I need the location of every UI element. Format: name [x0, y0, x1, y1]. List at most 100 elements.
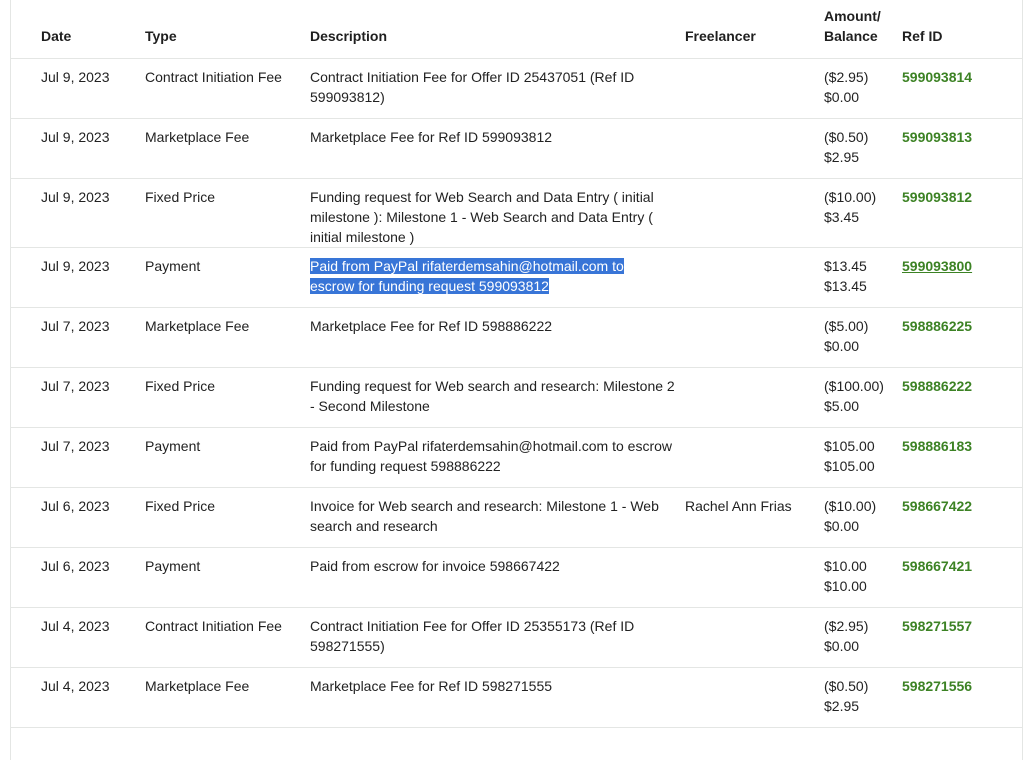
ref-cell: 598886183: [902, 427, 1022, 487]
amount-balance-cell: ($5.00) $0.00: [824, 307, 902, 367]
column-header-freelancer[interactable]: Freelancer: [685, 0, 824, 59]
selected-text: escrow for funding request 599093812: [310, 277, 549, 294]
freelancer-cell: [685, 547, 824, 607]
ref-id-link[interactable]: 599093800: [902, 258, 972, 274]
freelancer-cell: [685, 367, 824, 427]
column-header-amount-balance[interactable]: Amount/Balance: [824, 0, 902, 59]
amount: ($0.50): [824, 128, 869, 145]
date-cell: Jul 7, 2023: [41, 377, 110, 394]
amount-balance-cell: $13.45 $13.45: [824, 247, 902, 307]
type-cell: Marketplace Fee: [145, 677, 250, 694]
balance: $0.00: [824, 337, 860, 354]
amount-balance-cell: $105.00 $105.00: [824, 427, 902, 487]
selected-text: Paid from PayPal rifaterdemsahin@hotmail…: [310, 257, 624, 274]
description-cell: Funding request for Web Search and Data …: [310, 188, 654, 245]
type-cell: Fixed Price: [145, 377, 216, 394]
transactions-panel: Date Type Description Freelancer Amount/…: [10, 0, 1023, 760]
column-header-ref-id[interactable]: Ref ID: [902, 0, 1022, 59]
ref-id-link[interactable]: 599093813: [902, 129, 972, 145]
amount: $13.45: [824, 257, 867, 274]
description-cell: Paid from PayPal rifaterdemsahin@hotmail…: [310, 437, 673, 474]
date-cell: Jul 4, 2023: [41, 677, 110, 694]
ref-id-link[interactable]: 598667422: [902, 498, 972, 514]
amount-balance-cell: ($0.50) $2.95: [824, 118, 902, 178]
description-cell: Contract Initiation Fee for Offer ID 253…: [310, 617, 635, 654]
balance: $10.00: [824, 577, 867, 594]
date-cell: Jul 9, 2023: [41, 257, 110, 274]
type-cell: Marketplace Fee: [145, 317, 250, 334]
description-cell: Marketplace Fee for Ref ID 598886222: [310, 317, 553, 334]
balance: $2.95: [824, 148, 860, 165]
table-row: Jul 4, 2023 Marketplace Fee Marketplace …: [11, 667, 1022, 727]
date-cell: Jul 7, 2023: [41, 317, 110, 334]
type-cell: Fixed Price: [145, 497, 216, 514]
balance: $5.00: [824, 397, 860, 414]
type-cell: Marketplace Fee: [145, 128, 250, 145]
balance: $3.45: [824, 208, 860, 225]
amount-balance-cell: ($2.95) $0.00: [824, 607, 902, 667]
ref-cell: 598271557: [902, 607, 1022, 667]
ref-cell: 598271556: [902, 667, 1022, 727]
date-cell: Jul 6, 2023: [41, 497, 110, 514]
ref-id-link[interactable]: 598886225: [902, 318, 972, 334]
date-cell: Jul 9, 2023: [41, 68, 110, 85]
ref-id-link[interactable]: 598886183: [902, 438, 972, 454]
description-cell: Funding request for Web search and resea…: [310, 377, 675, 414]
freelancer-cell: Rachel Ann Frias: [685, 497, 792, 514]
ref-id-link[interactable]: 599093814: [902, 69, 972, 85]
freelancer-cell: [685, 247, 824, 307]
balance: $2.95: [824, 697, 860, 714]
amount: ($100.00): [824, 377, 884, 394]
type-cell: Payment: [145, 437, 201, 454]
freelancer-cell: [685, 307, 824, 367]
freelancer-cell: [685, 427, 824, 487]
table-row: Jul 6, 2023 Payment Paid from escrow for…: [11, 547, 1022, 607]
transactions-table: Date Type Description Freelancer Amount/…: [11, 0, 1022, 728]
table-row: Jul 7, 2023 Payment Paid from PayPal rif…: [11, 427, 1022, 487]
description-cell: Marketplace Fee for Ref ID 598271555: [310, 677, 553, 694]
table-body: Jul 9, 2023 Contract Initiation Fee Cont…: [11, 58, 1022, 727]
freelancer-cell: [685, 58, 824, 118]
ref-cell: 598886225: [902, 307, 1022, 367]
amount: ($5.00): [824, 317, 869, 334]
table-row: Jul 9, 2023 Payment Paid from PayPal rif…: [11, 247, 1022, 307]
table-row: Jul 4, 2023 Contract Initiation Fee Cont…: [11, 607, 1022, 667]
freelancer-cell: [685, 667, 824, 727]
type-cell: Payment: [145, 557, 201, 574]
amount: $10.00: [824, 557, 867, 574]
table-row: Jul 7, 2023 Fixed Price Funding request …: [11, 367, 1022, 427]
ref-id-link[interactable]: 598271557: [902, 618, 972, 634]
amount-balance-cell: $10.00 $10.00: [824, 547, 902, 607]
table-header: Date Type Description Freelancer Amount/…: [11, 0, 1022, 59]
balance: $0.00: [824, 88, 860, 105]
description-cell: Paid from PayPal rifaterdemsahin@hotmail…: [310, 247, 685, 307]
column-header-type[interactable]: Type: [145, 0, 310, 59]
description-cell: Contract Initiation Fee for Offer ID 254…: [310, 68, 635, 105]
amount: ($10.00): [824, 188, 877, 205]
ref-id-link[interactable]: 598886222: [902, 378, 972, 394]
column-header-date[interactable]: Date: [11, 0, 145, 59]
freelancer-cell: [685, 178, 824, 247]
balance: $0.00: [824, 517, 860, 534]
ref-id-link[interactable]: 598667421: [902, 558, 972, 574]
ref-cell: 599093813: [902, 118, 1022, 178]
ref-cell: 599093814: [902, 58, 1022, 118]
amount: ($0.50): [824, 677, 869, 694]
date-cell: Jul 7, 2023: [41, 437, 110, 454]
date-cell: Jul 4, 2023: [41, 617, 110, 634]
ref-id-link[interactable]: 598271556: [902, 678, 972, 694]
type-cell: Contract Initiation Fee: [145, 68, 282, 85]
table-row: Jul 6, 2023 Fixed Price Invoice for Web …: [11, 487, 1022, 547]
column-header-description[interactable]: Description: [310, 0, 685, 59]
amount-balance-cell: ($100.00) $5.00: [824, 367, 902, 427]
amount-balance-cell: ($10.00) $0.00: [824, 487, 902, 547]
type-cell: Contract Initiation Fee: [145, 617, 282, 634]
ref-cell: 598667422: [902, 487, 1022, 547]
table-row: Jul 9, 2023 Contract Initiation Fee Cont…: [11, 58, 1022, 118]
amount: ($10.00): [824, 497, 877, 514]
balance: $13.45: [824, 277, 867, 294]
description-cell: Marketplace Fee for Ref ID 599093812: [310, 128, 553, 145]
table-row: Jul 7, 2023 Marketplace Fee Marketplace …: [11, 307, 1022, 367]
ref-id-link[interactable]: 599093812: [902, 189, 972, 205]
type-cell: Fixed Price: [145, 188, 216, 205]
